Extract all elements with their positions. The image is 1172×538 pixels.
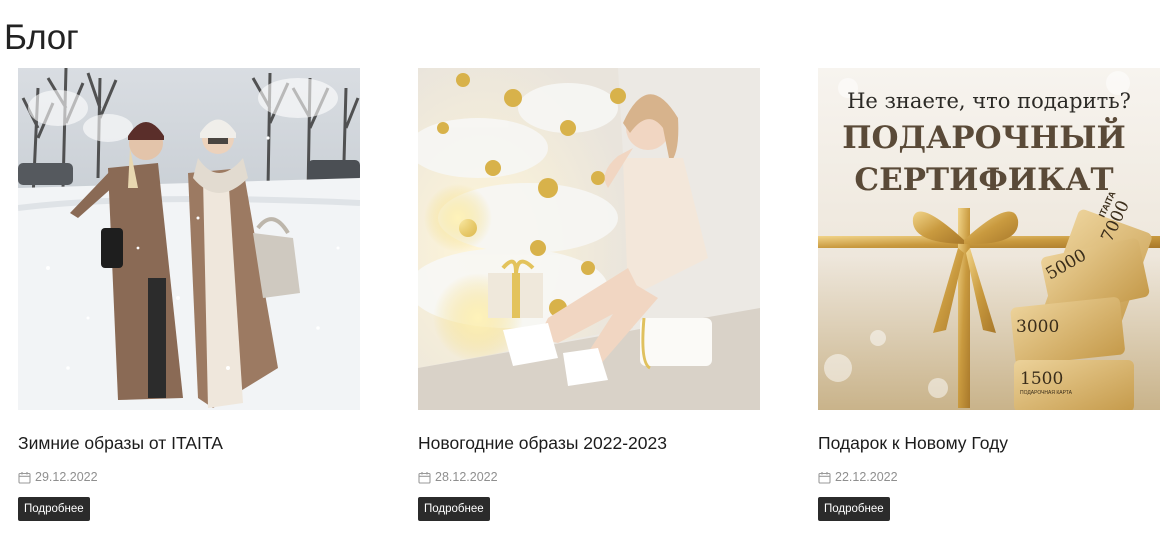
svg-text:ПОДАРОЧНАЯ КАРТА: ПОДАРОЧНАЯ КАРТА: [1020, 390, 1073, 396]
winter-street-photo: [18, 68, 360, 410]
banner-line2: СЕРТИФИКАТ: [854, 162, 1113, 198]
post-title-link[interactable]: Подарок к Новому Году: [818, 431, 1160, 455]
banner-headline: Не знаете, что подарить?: [847, 89, 1131, 113]
post-date: 22.12.2022: [818, 469, 1160, 485]
post-image-new-year[interactable]: [418, 68, 760, 410]
blog-post-card: Новогодние образы 2022-2023 28.12.2022 П…: [418, 68, 760, 521]
read-more-button[interactable]: Подробнее: [418, 497, 490, 521]
svg-text:1500: 1500: [1020, 369, 1063, 389]
read-more-button[interactable]: Подробнее: [18, 497, 90, 521]
page-title: Блог: [4, 18, 79, 57]
new-year-tree-photo: [418, 68, 760, 410]
post-title-link[interactable]: Зимние образы от ITAITA: [18, 431, 360, 455]
post-title-link[interactable]: Новогодние образы 2022-2023: [418, 431, 760, 455]
post-image-gift[interactable]: Не знаете, что подарить? ПОДАРОЧНЫЙ СЕРТ…: [818, 68, 1160, 410]
post-date: 29.12.2022: [18, 469, 360, 485]
calendar-icon: [418, 471, 431, 484]
calendar-icon: [818, 471, 831, 484]
post-date: 28.12.2022: [418, 469, 760, 485]
blog-page: Блог Зимние образы от ITAITA 29.12.2022 …: [0, 0, 1172, 538]
blog-post-card: Не знаете, что подарить? ПОДАРОЧНЫЙ СЕРТ…: [818, 68, 1160, 521]
blog-post-card: Зимние образы от ITAITA 29.12.2022 Подро…: [18, 68, 360, 521]
banner-line1: ПОДАРОЧНЫЙ: [842, 116, 1126, 156]
gift-certificate-banner: Не знаете, что подарить? ПОДАРОЧНЫЙ СЕРТ…: [818, 68, 1160, 410]
svg-text:3000: 3000: [1016, 317, 1059, 337]
read-more-button[interactable]: Подробнее: [818, 497, 890, 521]
post-date-text: 29.12.2022: [35, 470, 98, 484]
calendar-icon: [18, 471, 31, 484]
post-date-text: 22.12.2022: [835, 470, 898, 484]
post-date-text: 28.12.2022: [435, 470, 498, 484]
post-image-winter[interactable]: [18, 68, 360, 410]
